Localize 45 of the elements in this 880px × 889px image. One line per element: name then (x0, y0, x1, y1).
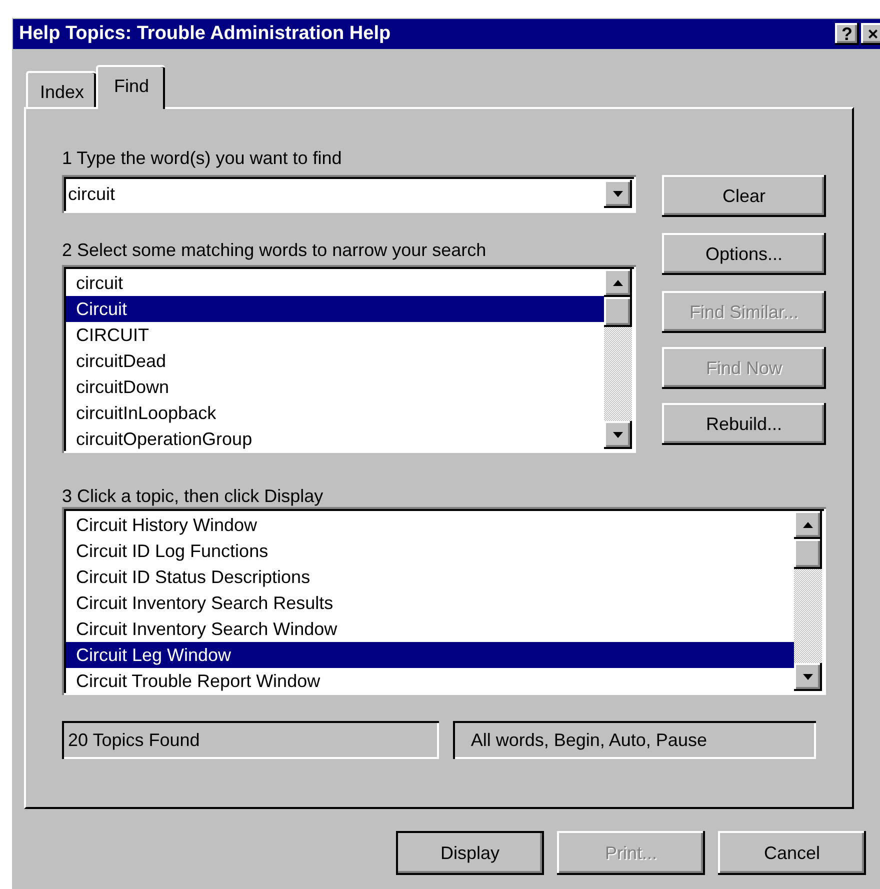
scroll-arrow-button[interactable] (794, 663, 822, 691)
tab[interactable]: Index (26, 71, 96, 107)
default-button[interactable]: Display (396, 831, 544, 875)
search-field[interactable]: circuit (68, 180, 604, 208)
scroll-arrow-button[interactable] (604, 421, 632, 449)
down-triangle-icon (612, 190, 624, 198)
status-panel: All words, Begin, Auto, Pause (452, 721, 816, 759)
list-item[interactable]: circuitInLoopback (66, 400, 604, 426)
scrollbar[interactable] (794, 511, 822, 691)
list-label: 2 Select some matching words to narrow your search (62, 239, 488, 261)
down-triangle-icon (612, 431, 624, 439)
dialog-button[interactable]: Cancel (718, 831, 866, 875)
list-item[interactable]: Circuit Inventory Search Results (66, 590, 794, 616)
scroll-arrow-button[interactable] (794, 511, 822, 539)
up-triangle-icon (612, 279, 624, 287)
dialog-button[interactable]: Clear (662, 175, 826, 217)
window-title: Help Topics: Trouble Administration Help (19, 22, 392, 46)
dialog-button[interactable]: Rebuild... (662, 403, 826, 445)
list-item[interactable]: Circuit ID Log Functions (66, 538, 794, 564)
dialog-button[interactable]: Options... (662, 233, 826, 275)
list-item[interactable]: circuitOperationGroup (66, 426, 604, 452)
list-item[interactable]: Circuit History Window (66, 512, 794, 538)
down-triangle-icon (802, 673, 814, 681)
list-item[interactable]: Circuit Trouble Report Window (66, 668, 794, 694)
scroll-arrow-button[interactable] (604, 269, 632, 297)
scroll-arrow-button[interactable] (604, 180, 632, 208)
scroll-thumb[interactable] (604, 297, 632, 327)
scroll-thumb[interactable] (794, 539, 822, 569)
list-item[interactable]: Circuit Inventory Search Window (66, 616, 794, 642)
up-triangle-icon (802, 521, 814, 529)
title-button[interactable]: × (861, 23, 880, 45)
list-item[interactable]: Circuit ID Status Descriptions (66, 564, 794, 590)
list-item[interactable]: circuit (66, 270, 604, 296)
search-combo-box[interactable]: circuit (62, 175, 636, 213)
field-label: 1 Type the word(s) you want to find (62, 147, 343, 169)
list-item[interactable]: circuitDead (66, 348, 604, 374)
list-item[interactable]: Circuit Leg Window (66, 642, 794, 668)
list-item[interactable]: Circuit (66, 296, 604, 322)
status-panel: 20 Topics Found (62, 721, 439, 759)
title-button[interactable]: ? (835, 23, 859, 45)
tab[interactable]: Find (96, 65, 166, 109)
list-item[interactable]: CIRCUIT (66, 322, 604, 348)
scrollbar[interactable] (604, 269, 632, 449)
list-item[interactable]: circuitDown (66, 374, 604, 400)
list-label: 3 Click a topic, then click Display (62, 485, 324, 507)
